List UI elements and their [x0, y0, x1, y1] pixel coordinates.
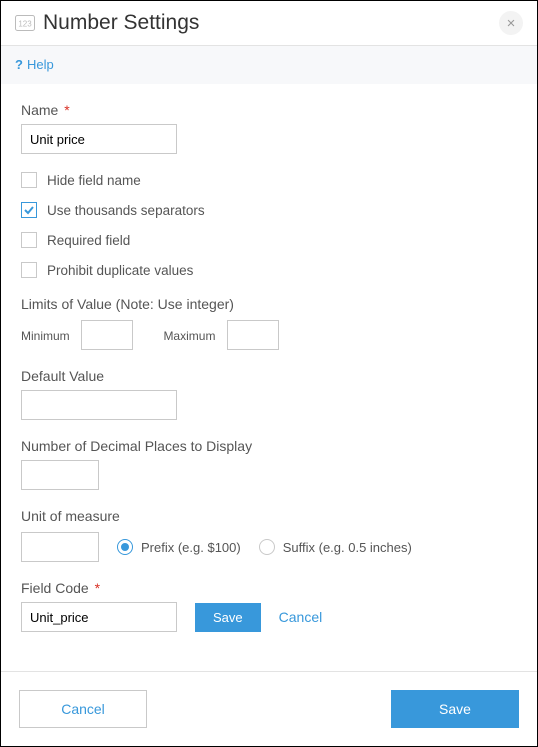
prohibit-dup-checkbox[interactable]	[21, 262, 37, 278]
required-mark: *	[64, 102, 69, 118]
required-row: Required field	[21, 232, 517, 248]
field-code-save-button[interactable]: Save	[195, 603, 261, 632]
close-icon: ×	[507, 16, 516, 31]
svg-text:123: 123	[18, 20, 32, 29]
dialog-footer: Cancel Save	[1, 671, 537, 746]
required-mark: *	[95, 580, 100, 596]
name-label: Name *	[21, 102, 517, 118]
thousands-checkbox[interactable]	[21, 202, 37, 218]
cancel-button[interactable]: Cancel	[19, 690, 147, 728]
field-code-label: Field Code *	[21, 580, 517, 596]
unit-measure-label: Unit of measure	[21, 508, 517, 524]
field-code-input[interactable]	[21, 602, 177, 632]
titlebar: 123 Number Settings ×	[1, 1, 537, 46]
suffix-radio[interactable]	[259, 539, 275, 555]
help-label: Help	[27, 57, 54, 72]
maximum-label: Maximum	[163, 329, 215, 343]
hide-field-name-label: Hide field name	[47, 173, 141, 188]
unit-measure-input[interactable]	[21, 532, 99, 562]
minimum-input[interactable]	[81, 320, 133, 350]
name-input[interactable]	[21, 124, 177, 154]
hide-field-name-row: Hide field name	[21, 172, 517, 188]
hide-field-name-checkbox[interactable]	[21, 172, 37, 188]
prohibit-dup-label: Prohibit duplicate values	[47, 263, 193, 278]
thousands-label: Use thousands separators	[47, 203, 205, 218]
save-button[interactable]: Save	[391, 690, 519, 728]
close-button[interactable]: ×	[499, 11, 523, 35]
number-field-icon: 123	[15, 15, 35, 31]
maximum-input[interactable]	[227, 320, 279, 350]
suffix-label: Suffix (e.g. 0.5 inches)	[283, 540, 412, 555]
default-value-section: Default Value	[21, 368, 517, 420]
required-checkbox[interactable]	[21, 232, 37, 248]
help-link[interactable]: ? Help	[15, 57, 54, 72]
dialog-body: Name * Hide field name Use thousands sep…	[1, 84, 537, 671]
check-icon	[23, 204, 35, 216]
name-section: Name *	[21, 102, 517, 154]
prefix-label: Prefix (e.g. $100)	[141, 540, 241, 555]
unit-measure-section: Unit of measure Prefix (e.g. $100) Suffi…	[21, 508, 517, 562]
required-label: Required field	[47, 233, 130, 248]
limits-section: Limits of Value (Note: Use integer) Mini…	[21, 296, 517, 350]
dialog-number-settings: 123 Number Settings × ? Help Name * Hide…	[0, 0, 538, 747]
field-code-section: Field Code * Save Cancel	[21, 580, 517, 632]
limits-label: Limits of Value (Note: Use integer)	[21, 296, 517, 312]
decimal-places-label: Number of Decimal Places to Display	[21, 438, 517, 454]
prefix-radio[interactable]	[117, 539, 133, 555]
prohibit-dup-row: Prohibit duplicate values	[21, 262, 517, 278]
decimal-places-section: Number of Decimal Places to Display	[21, 438, 517, 490]
help-icon: ?	[15, 57, 23, 72]
help-bar: ? Help	[1, 46, 537, 84]
thousands-row: Use thousands separators	[21, 202, 517, 218]
default-value-label: Default Value	[21, 368, 517, 384]
dialog-title: Number Settings	[43, 11, 499, 35]
minimum-label: Minimum	[21, 329, 70, 343]
decimal-places-input[interactable]	[21, 460, 99, 490]
field-code-cancel-link[interactable]: Cancel	[279, 609, 323, 625]
default-value-input[interactable]	[21, 390, 177, 420]
